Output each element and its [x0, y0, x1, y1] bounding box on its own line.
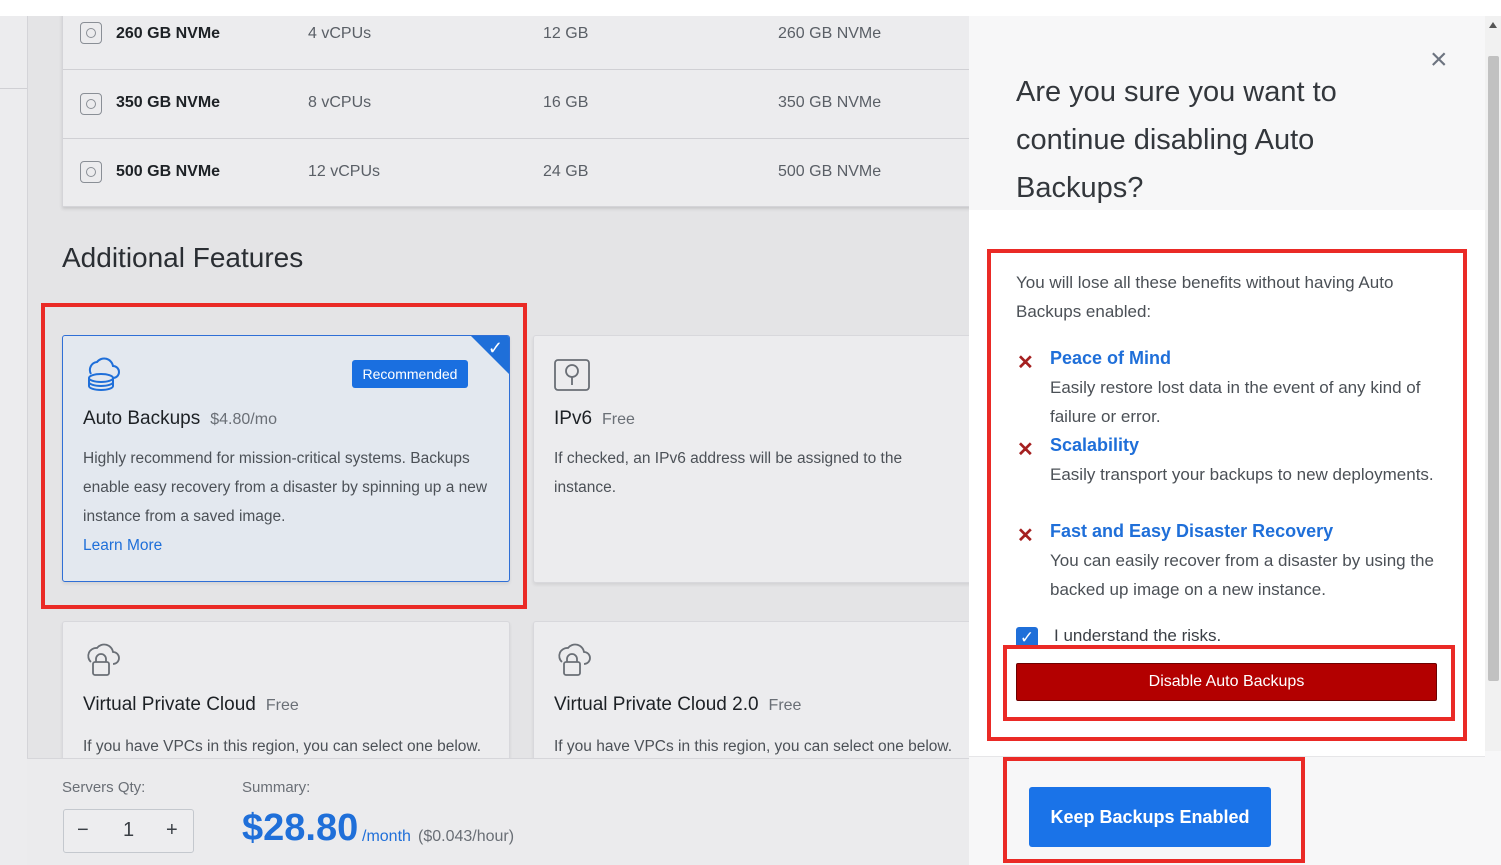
- feature-title: IPv6 Free: [554, 408, 635, 430]
- feature-name: Virtual Private Cloud 2.0: [554, 694, 759, 715]
- keep-backups-enabled-button[interactable]: Keep Backups Enabled: [1029, 787, 1271, 847]
- section-title: Additional Features: [62, 242, 304, 273]
- feature-name: Virtual Private Cloud: [83, 694, 256, 715]
- plan-storage: 260 GB NVMe: [778, 25, 882, 42]
- left-nav-divider: [0, 88, 27, 89]
- checkmark-icon: ✓: [1019, 628, 1035, 647]
- summary-bar: Servers Qty: Summary: − 1 + $28.80 /mont…: [27, 758, 969, 865]
- feature-title: Auto Backups $4.80/mo: [83, 408, 277, 430]
- learn-more-link[interactable]: Learn More: [83, 537, 162, 555]
- plan-cpu: 4 vCPUs: [308, 25, 372, 42]
- feature-name: Auto Backups: [83, 408, 201, 429]
- feature-description: If checked, an IPv6 address will be assi…: [554, 450, 903, 496]
- feature-name: IPv6: [554, 408, 593, 429]
- plan-name: 500 GB NVMe: [116, 163, 221, 180]
- deploy-page: 260 GB NVMe 4 vCPUs 12 GB 260 GB NVMe 35…: [0, 16, 969, 865]
- feature-price: Free: [768, 697, 802, 714]
- plan-name: 260 GB NVMe: [116, 25, 221, 42]
- disable-auto-backups-button[interactable]: Disable Auto Backups: [1016, 663, 1437, 701]
- plan-ram: 24 GB: [543, 163, 589, 180]
- hourly-price: ($0.043/hour): [418, 828, 515, 845]
- plan-storage: 350 GB NVMe: [778, 94, 882, 111]
- quantity-stepper: − 1 +: [63, 809, 194, 853]
- plan-ram: 16 GB: [543, 94, 589, 111]
- scroll-up-arrow-icon[interactable]: [1489, 22, 1497, 28]
- total-price: $28.80: [242, 807, 359, 849]
- top-strip: [0, 0, 1501, 16]
- checkbox-label: I understand the risks.: [1054, 626, 1222, 645]
- feature-description: If you have VPCs in this region, you can…: [554, 738, 953, 755]
- scrollbar-thumb[interactable]: [1488, 56, 1499, 681]
- benefit-description: You can easily recover from a disaster b…: [1050, 551, 1434, 599]
- ipv6-card[interactable]: IPv6 Free If checked, an IPv6 address wil…: [533, 335, 969, 583]
- server-chip-icon: [80, 93, 102, 115]
- modal-title: Are you sure you want to continue disabl…: [1016, 76, 1337, 204]
- auto-backups-card[interactable]: ✓ Recommended Auto Backups $4.80/mo Highl…: [62, 335, 510, 582]
- cloud-database-icon: [88, 357, 120, 391]
- benefit-title: Peace of Mind: [1050, 348, 1172, 368]
- recommended-badge: Recommended: [352, 360, 468, 388]
- feature-price: Free: [265, 697, 299, 714]
- benefits-intro: You will lose all these benefits without…: [1016, 273, 1394, 321]
- benefit-title: Fast and Easy Disaster Recovery: [1050, 521, 1334, 541]
- benefit-description: Easily restore lost data in the event of…: [1050, 378, 1421, 426]
- map-location-icon: [554, 359, 590, 391]
- close-icon[interactable]: ×: [1430, 43, 1448, 77]
- feature-price: $4.80/mo: [210, 411, 277, 428]
- x-mark-icon: ✕: [1017, 352, 1034, 374]
- plan-cpu: 12 vCPUs: [308, 163, 381, 180]
- left-nav: [0, 16, 28, 865]
- understand-risks-checkbox[interactable]: ✓: [1016, 627, 1038, 649]
- plan-row[interactable]: 500 GB NVMe 12 vCPUs 24 GB 500 GB NVMe: [63, 139, 969, 207]
- server-chip-icon: [80, 22, 102, 44]
- feature-title: Virtual Private Cloud Free: [83, 694, 299, 716]
- minus-button[interactable]: −: [77, 819, 89, 842]
- cloud-lock-icon: [558, 643, 591, 676]
- plan-row[interactable]: 350 GB NVMe 8 vCPUs 16 GB 350 GB NVMe: [63, 70, 969, 139]
- feature-price: Free: [602, 411, 635, 428]
- benefit-description: Easily transport your backups to new dep…: [1050, 465, 1434, 484]
- plan-ram: 12 GB: [543, 25, 589, 42]
- qty-label: Servers Qty:: [62, 779, 146, 796]
- feature-title: Virtual Private Cloud 2.0 Free: [554, 694, 801, 716]
- plus-button[interactable]: +: [166, 819, 178, 842]
- plan-table: 260 GB NVMe 4 vCPUs 12 GB 260 GB NVMe 35…: [62, 16, 969, 207]
- plan-name: 350 GB NVMe: [116, 94, 221, 111]
- x-mark-icon: ✕: [1017, 439, 1034, 461]
- disable-backups-modal: × Are you sure you want to continue disa…: [969, 16, 1501, 865]
- plan-row[interactable]: 260 GB NVMe 4 vCPUs 12 GB 260 GB NVMe: [63, 16, 969, 70]
- feature-description: Highly recommend for mission-critical sy…: [83, 450, 488, 525]
- x-mark-icon: ✕: [1017, 525, 1034, 547]
- server-chip-icon: [80, 161, 102, 183]
- price-unit: /month: [362, 828, 411, 845]
- summary-label: Summary:: [242, 779, 311, 796]
- plan-storage: 500 GB NVMe: [778, 163, 882, 180]
- cloud-lock-icon: [87, 643, 120, 676]
- plan-cpu: 8 vCPUs: [308, 94, 372, 111]
- feature-description: If you have VPCs in this region, you can…: [83, 738, 482, 755]
- quantity-value[interactable]: 1: [123, 819, 134, 842]
- checkmark-icon: ✓: [487, 338, 503, 358]
- benefit-title: Scalability: [1050, 435, 1140, 455]
